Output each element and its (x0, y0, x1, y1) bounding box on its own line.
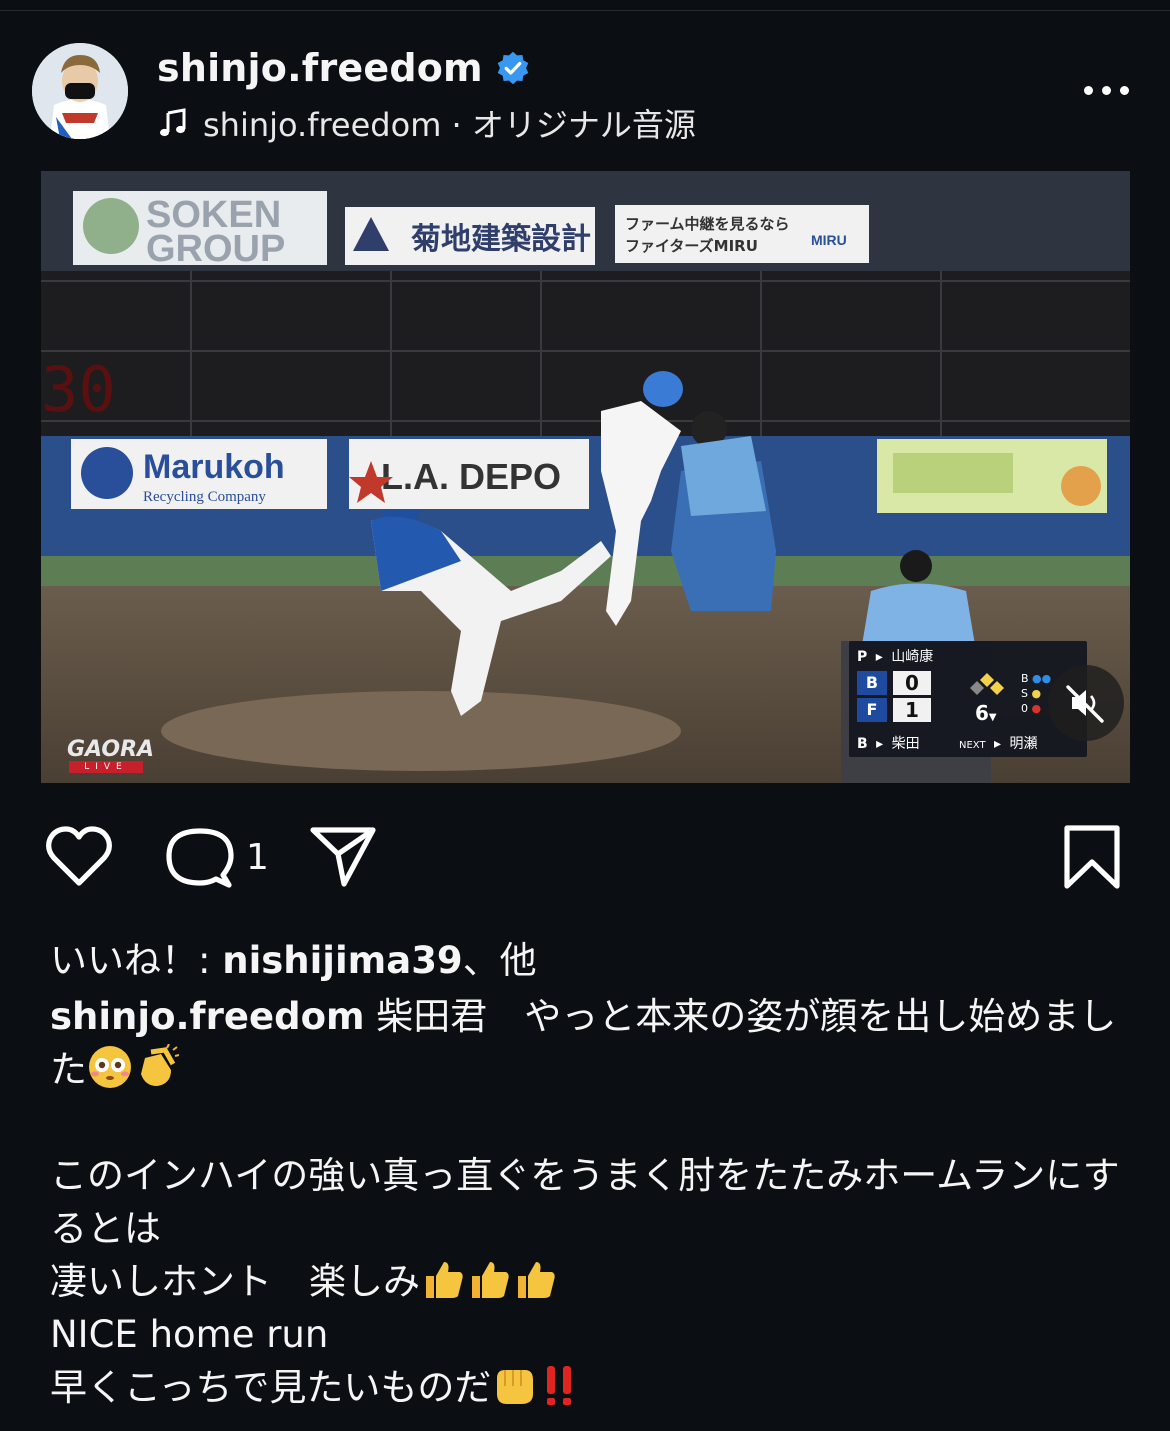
flushed-face-icon (89, 1046, 131, 1088)
sign-la-depo: L.A. DEPO (381, 456, 561, 497)
caption-line-4: NICE home run (50, 1313, 329, 1356)
fist-bump-icon (497, 1370, 534, 1404)
music-note-icon (160, 108, 186, 137)
caption-line-2: このインハイの強い真っ直ぐをうまく肘をたたみホームランにするとは (50, 1154, 1120, 1250)
team-b: B (857, 671, 887, 695)
team-f: F (857, 698, 887, 722)
liker-username[interactable]: nishijima39 (222, 939, 462, 982)
post-author[interactable]: shinjo.freedom (157, 46, 531, 90)
video-player[interactable]: SOKEN GROUP 菊地建築設計 ファーム中継を見るなら ファイターズMIR… (41, 171, 1130, 783)
scoreboard-batter: B ▸ 柴田 (857, 736, 920, 752)
team-b-score: 0 (893, 671, 931, 695)
top-divider (0, 10, 1170, 11)
scoreboard-next: NEXT ▸ 明瀬 (959, 736, 1038, 752)
username-text[interactable]: shinjo.freedom (157, 46, 483, 90)
sign-kikuchi: 菊地建築設計 (411, 222, 591, 257)
thumbs-up-icon (426, 1262, 463, 1298)
double-exclamation-icon (547, 1366, 572, 1405)
verified-badge-icon (497, 51, 529, 85)
team-f-score: 1 (893, 698, 931, 722)
scoreboard-pitcher: P ▸ 山崎康 (857, 649, 934, 665)
thumbs-up-icon (472, 1262, 509, 1298)
sign-marukoh-sub: Recycling Company (143, 489, 266, 505)
mute-button[interactable] (1048, 665, 1124, 741)
speaker-muted-icon (1066, 685, 1104, 723)
likes-summary[interactable]: いいね！: nishijima39、他 (50, 930, 537, 984)
post-caption: shinjo.freedom 柴田君 やっと本来の姿が顔を出し始めました このイ… (50, 990, 1130, 1414)
sign-marukoh: Marukoh (143, 448, 285, 486)
clapping-hands-icon (141, 1044, 179, 1086)
send-icon[interactable] (308, 824, 378, 890)
caption-line-3: 凄いしホント 楽しみ (50, 1260, 420, 1303)
broadcaster-live-tag: LIVE (69, 761, 143, 773)
svg-text:30: 30 (41, 353, 116, 426)
caption-line-5: 早くこっちで見たいものだ (50, 1366, 492, 1409)
caption-username[interactable]: shinjo.freedom (50, 995, 365, 1038)
svg-text:MIRU: MIRU (811, 232, 847, 248)
thumbs-up-icon (518, 1262, 555, 1298)
svg-text:GROUP: GROUP (146, 228, 285, 270)
inning: 6▼ (975, 701, 997, 725)
more-options-icon[interactable] (1078, 80, 1134, 100)
avatar[interactable] (32, 43, 128, 139)
count: B ●● S ● 0 ● (1021, 672, 1052, 715)
comment-count: 1 (246, 837, 269, 878)
post-header: shinjo.freedom shinjo.freedom · オリジナル音源 (0, 30, 1170, 160)
svg-text:ファイターズMIRU: ファイターズMIRU (625, 237, 758, 255)
comment-icon[interactable] (165, 825, 235, 891)
action-bar: 1 (0, 820, 1170, 900)
bookmark-icon[interactable] (1062, 824, 1122, 892)
audio-label: shinjo.freedom · オリジナル音源 (203, 106, 696, 144)
heart-icon[interactable] (44, 825, 114, 889)
bases-icon (970, 673, 1004, 695)
sign-miru: ファーム中継を見るなら (625, 215, 790, 233)
audio-track[interactable]: shinjo.freedom · オリジナル音源 (157, 100, 696, 146)
broadcaster-logo: GAORA (67, 737, 155, 762)
